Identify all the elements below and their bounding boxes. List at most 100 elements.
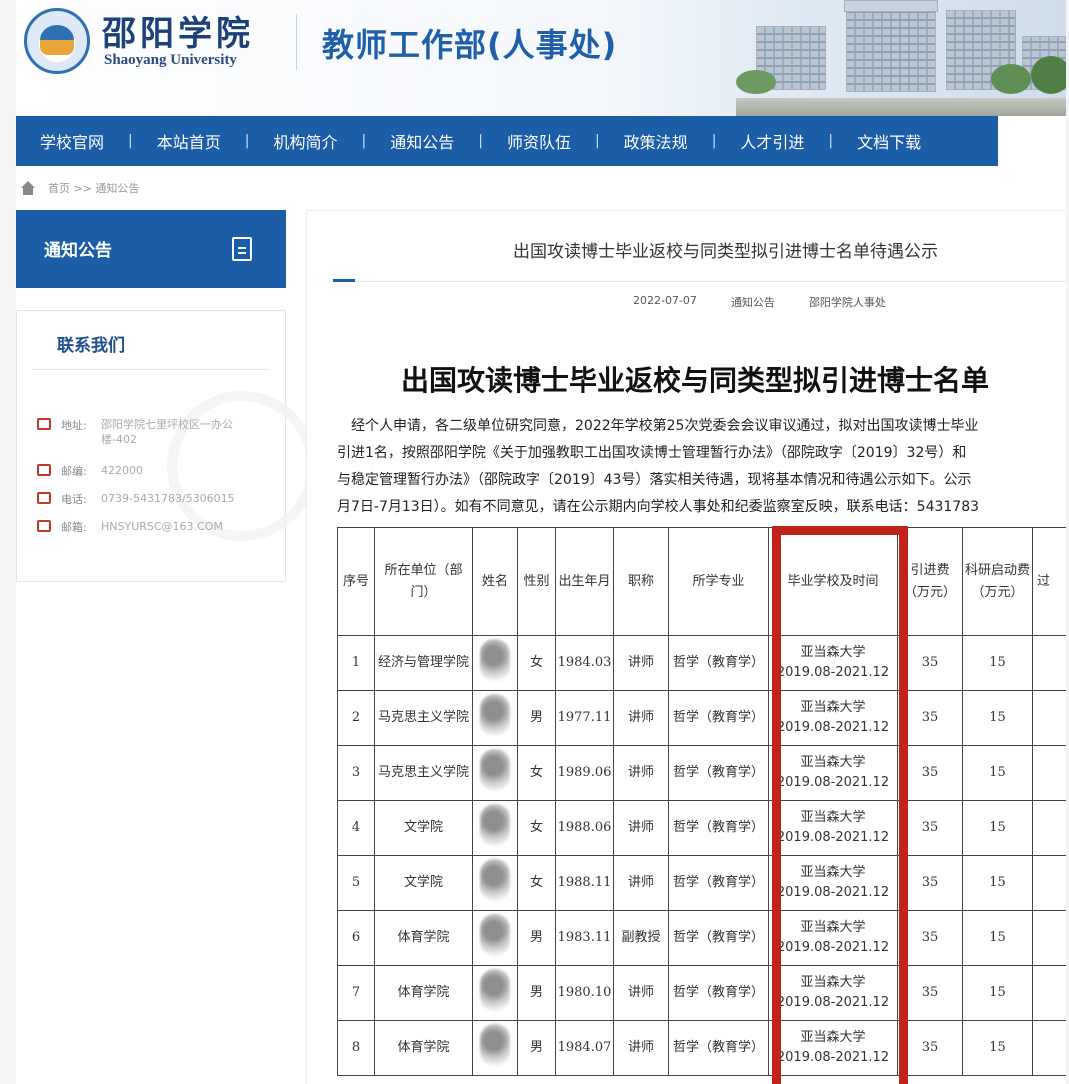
article-meta: 2022-07-07 通知公告 邵阳学院人事处: [633, 294, 886, 310]
cell-fee: 35: [897, 745, 963, 801]
contact-phone: 电话: 0739-5431783/5306015: [37, 491, 251, 507]
contact-box: 联系我们 地址: 邵阳学院七里坪校区一办公楼-402 邮编: 422000 电话…: [16, 310, 317, 582]
cell-gender: 女: [517, 635, 556, 691]
article-paragraph: 经个人申请，各二级单位研究同意，2022年学校第25次党委会会议审议通过，拟对出…: [337, 413, 1066, 521]
article-panel: 出国攻读博士毕业返校与同类型拟引进博士名单待遇公示 2022-07-07 通知公…: [306, 210, 1066, 1084]
breadcrumb-text[interactable]: 首页 >> 通知公告: [48, 180, 139, 196]
cell-research: 15: [962, 690, 1033, 746]
cell-no: 8: [337, 1020, 375, 1076]
blurred-name-image: [480, 638, 510, 681]
contact-value: 422000: [101, 464, 143, 477]
home-icon[interactable]: [20, 181, 36, 195]
cell-no: 4: [337, 800, 375, 856]
main-nav: 学校官网 | 本站首页 | 机构简介 | 通知公告 | 师资队伍 | 政策法规 …: [16, 116, 998, 166]
nav-item-policies[interactable]: 政策法规: [600, 129, 712, 153]
nav-item-downloads[interactable]: 文档下载: [833, 129, 945, 153]
paragraph-line: 月7日-7月13日）。如有不同意见，请在公示期内向学校人事处和纪委监察室反映，联…: [337, 499, 980, 515]
cell-gender: 女: [517, 745, 556, 801]
article-title: 出国攻读博士毕业返校与同类型拟引进博士名单待遇公示: [513, 242, 938, 262]
blurred-name-image: [480, 1023, 510, 1066]
site-header: 邵阳学院 Shaoyang University 教师工作部(人事处): [16, 0, 1066, 116]
cell-birth: 1988.06: [555, 800, 614, 856]
blurred-name-image: [480, 803, 510, 846]
department-title: 教师工作部(人事处): [322, 26, 618, 64]
candidate-table: 序号 所在单位（部门） 姓名 性别 出生年月 职称 所学专业 毕业学校及时间 引…: [337, 527, 1066, 1076]
table-row: 7 体育学院 男 1980.10 讲师 哲学（教育学） 亚当森大学 2019.08…: [337, 965, 1066, 1021]
cell-research: 15: [962, 910, 1033, 966]
university-seal-icon[interactable]: [24, 8, 90, 74]
cell-unit: 马克思主义学院: [374, 690, 473, 746]
cell-school: 亚当森大学 2019.08-2021.12: [768, 910, 898, 966]
cell-major: 哲学（教育学）: [668, 910, 769, 966]
cell-research: 15: [962, 635, 1033, 691]
sidebar-section-header[interactable]: 通知公告: [16, 210, 286, 288]
cell-truncated: [1032, 910, 1066, 966]
nav-item-talent[interactable]: 人才引进: [716, 129, 828, 153]
cell-title: 讲师: [613, 745, 669, 801]
cell-major: 哲学（教育学）: [668, 800, 769, 856]
page-frame: 邵阳学院 Shaoyang University 教师工作部(人事处) 学校官网…: [16, 0, 1066, 1084]
table-header-row: 序号 所在单位（部门） 姓名 性别 出生年月 职称 所学专业 毕业学校及时间 引…: [337, 527, 1066, 636]
study-period: 2019.08-2021.12: [776, 940, 890, 955]
phone-icon: [37, 492, 51, 504]
cell-fee: 35: [897, 965, 963, 1021]
logo-chinese-name[interactable]: 邵阳学院: [102, 6, 254, 55]
cell-title: 讲师: [613, 1020, 669, 1076]
article-date: 2022-07-07: [633, 294, 697, 307]
title-divider: [333, 281, 1066, 282]
cell-school: 亚当森大学 2019.08-2021.12: [768, 965, 898, 1021]
study-period: 2019.08-2021.12: [776, 665, 890, 680]
cell-gender: 男: [517, 910, 556, 966]
contact-label: 地址:: [61, 419, 87, 432]
logo-english-name[interactable]: Shaoyang University: [104, 52, 237, 69]
cell-title: 讲师: [613, 690, 669, 746]
study-period: 2019.08-2021.12: [776, 995, 890, 1010]
contact-title: 联系我们: [57, 336, 125, 356]
document-icon: [232, 237, 252, 261]
cell-major: 哲学（教育学）: [668, 855, 769, 911]
building-icon: [37, 418, 51, 430]
header-cell: 出生年月: [555, 527, 614, 636]
nav-item-home[interactable]: 本站首页: [133, 129, 245, 153]
cell-title: 副教授: [613, 910, 669, 966]
contact-label: 邮箱:: [61, 521, 87, 534]
cell-unit: 体育学院: [374, 965, 473, 1021]
nav-item-faculty[interactable]: 师资队伍: [483, 129, 595, 153]
contact-divider: [31, 369, 269, 370]
study-period: 2019.08-2021.12: [776, 830, 890, 845]
title-accent-bar: [333, 279, 355, 282]
header-cell: 性别: [517, 527, 556, 636]
contact-value[interactable]: HNSYURSC@163.COM: [101, 519, 251, 535]
school-name: 亚当森大学: [800, 810, 866, 825]
table-row: 2 马克思主义学院 男 1977.11 讲师 哲学（教育学） 亚当森大学 2019…: [337, 690, 1066, 746]
header-cell: 职称: [613, 527, 669, 636]
cell-birth: 1980.10: [555, 965, 614, 1021]
cell-unit: 体育学院: [374, 910, 473, 966]
blurred-name-image: [480, 748, 510, 791]
nav-item-notices[interactable]: 通知公告: [366, 129, 478, 153]
header-cell: 毕业学校及时间: [768, 527, 898, 636]
cell-name-blurred: [472, 745, 518, 801]
table-viewport: 序号 所在单位（部门） 姓名 性别 出生年月 职称 所学专业 毕业学校及时间 引…: [337, 527, 1066, 1084]
study-period: 2019.08-2021.12: [776, 1050, 890, 1065]
nav-item-about[interactable]: 机构简介: [249, 129, 361, 153]
blurred-name-image: [480, 858, 510, 901]
study-period: 2019.08-2021.12: [776, 720, 890, 735]
cell-title: 讲师: [613, 965, 669, 1021]
contact-address: 地址: 邵阳学院七里坪校区一办公楼-402: [37, 417, 251, 447]
cell-gender: 女: [517, 855, 556, 911]
cell-name-blurred: [472, 910, 518, 966]
table-row: 3 马克思主义学院 女 1989.06 讲师 哲学（教育学） 亚当森大学 2019…: [337, 745, 1066, 801]
cell-school: 亚当森大学 2019.08-2021.12: [768, 1020, 898, 1076]
cell-fee: 35: [897, 910, 963, 966]
cell-title: 讲师: [613, 855, 669, 911]
cell-name-blurred: [472, 965, 518, 1021]
cell-unit: 文学院: [374, 800, 473, 856]
study-period: 2019.08-2021.12: [776, 885, 890, 900]
cell-unit: 体育学院: [374, 1020, 473, 1076]
nav-item-school-site[interactable]: 学校官网: [16, 129, 128, 153]
table-row: 8 体育学院 男 1984.07 讲师 哲学（教育学） 亚当森大学 2019.08…: [337, 1020, 1066, 1076]
cell-research: 15: [962, 965, 1033, 1021]
paragraph-line: 引进1名，按照邵阳学院《关于加强教职工出国攻读博士管理暂行办法》（邵院政字〔20…: [337, 445, 967, 461]
cell-gender: 女: [517, 800, 556, 856]
